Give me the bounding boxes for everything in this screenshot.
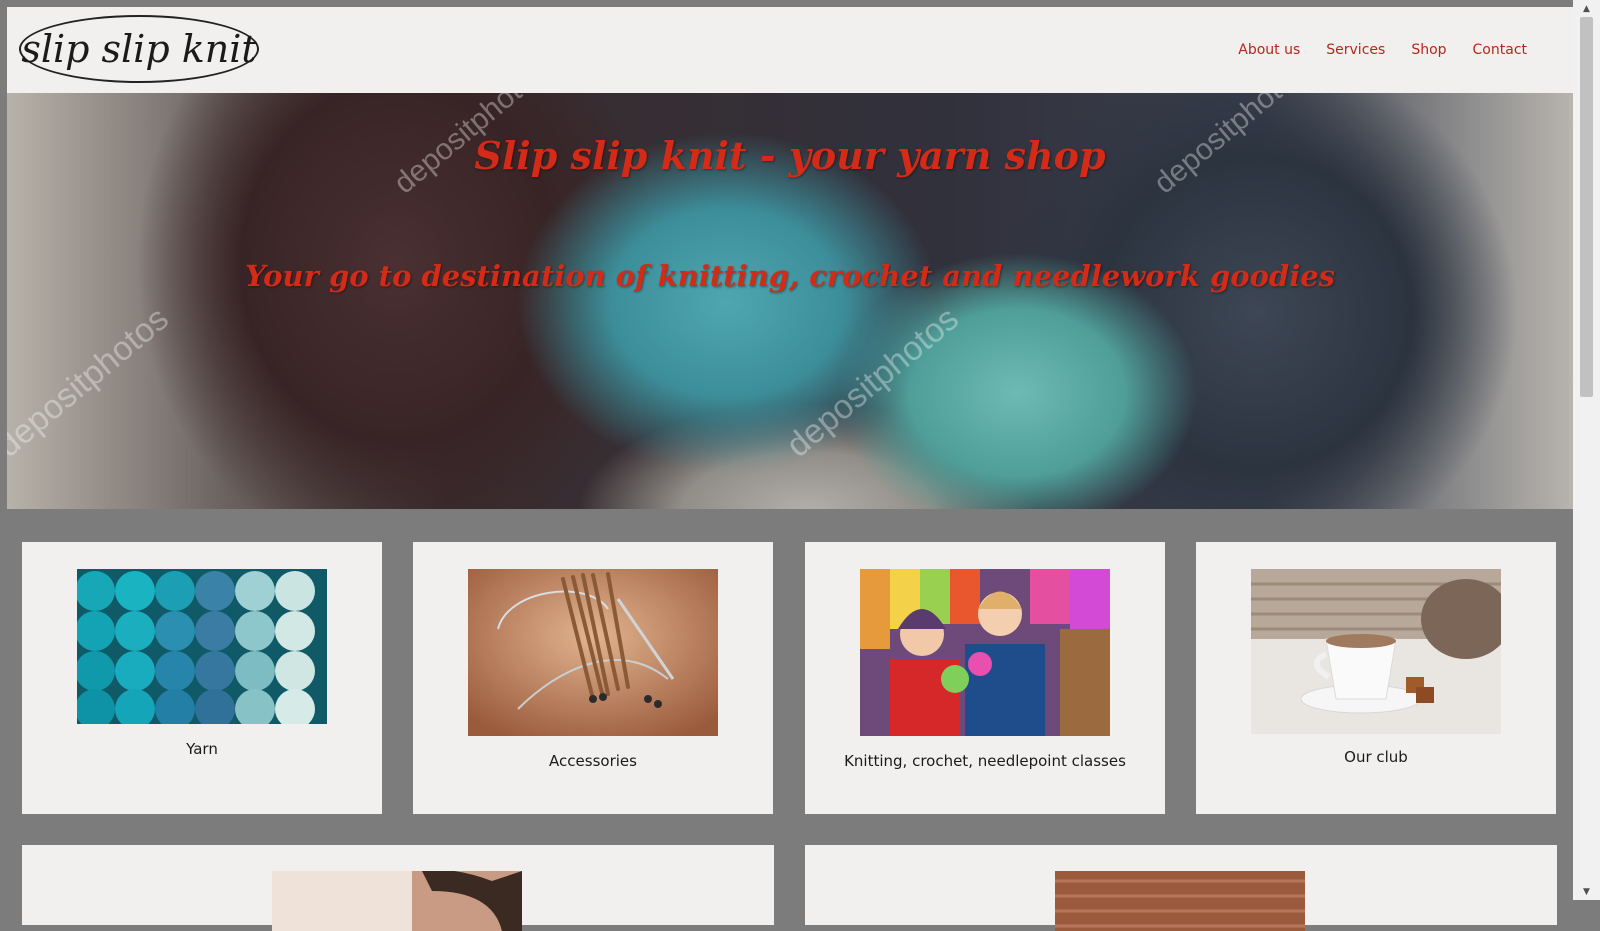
knitting-needles-image [468, 569, 718, 736]
category-card-our-club[interactable]: Our club [1196, 542, 1556, 814]
hero-banner: depositphotos depositphotos depositphoto… [7, 93, 1573, 509]
feature-card-right[interactable] [805, 845, 1557, 931]
category-card-classes[interactable]: Knitting, crochet, needlepoint classes [805, 542, 1165, 814]
card-label: Knitting, crochet, needlepoint classes [844, 752, 1126, 770]
scroll-down-arrow-icon[interactable]: ▼ [1573, 883, 1600, 900]
hero-title: Slip slip knit - your yarn shop [474, 133, 1106, 178]
site-logo[interactable]: slip slip knit [19, 15, 259, 83]
nav-services[interactable]: Services [1326, 42, 1385, 58]
scrollbar-thumb[interactable] [1580, 17, 1593, 397]
nav-contact[interactable]: Contact [1473, 42, 1527, 58]
scroll-up-arrow-icon[interactable]: ▲ [1573, 0, 1600, 17]
coffee-cup-knitwear-image [1251, 569, 1501, 734]
site-header: slip slip knit About us Services Shop Co… [7, 7, 1573, 93]
hero-subtitle: Your go to destination of knitting, croc… [244, 259, 1336, 293]
category-card-accessories[interactable]: Accessories [413, 542, 773, 814]
logo-text: slip slip knit [21, 27, 257, 71]
card-label: Our club [1344, 748, 1408, 766]
main-nav: About us Services Shop Contact [1238, 42, 1527, 58]
page: slip slip knit About us Services Shop Co… [7, 7, 1573, 931]
nav-about-us[interactable]: About us [1238, 42, 1300, 58]
knit-texture-image [1055, 871, 1305, 931]
vertical-scrollbar[interactable]: ▲ ▼ [1573, 0, 1600, 900]
card-label: Yarn [186, 740, 218, 758]
watermark-text: depositphotos [7, 299, 176, 465]
nav-shop[interactable]: Shop [1411, 42, 1446, 58]
portrait-image [272, 871, 522, 931]
category-card-yarn[interactable]: Yarn [22, 542, 382, 814]
feature-card-left[interactable] [22, 845, 774, 931]
watermark-text: depositphotos [779, 299, 966, 465]
yarn-shop-women-image [860, 569, 1110, 736]
yarn-balls-image [77, 569, 327, 724]
card-label: Accessories [549, 752, 637, 770]
